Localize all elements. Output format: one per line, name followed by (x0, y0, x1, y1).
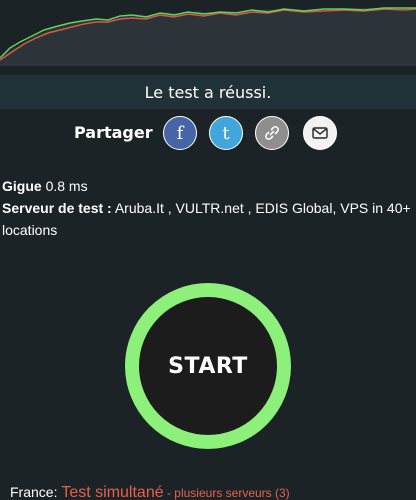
servers-label: Serveur de test : (2, 200, 112, 216)
simultaneous-test-link[interactable]: Test simultané (61, 484, 163, 500)
mail-icon (312, 127, 328, 139)
multi-server-note: - plusieurs serveurs (3) (163, 486, 290, 500)
share-label: Partager (74, 123, 153, 142)
start-button-label: START (168, 353, 248, 379)
twitter-icon: t (222, 122, 230, 144)
start-button[interactable]: START (125, 283, 291, 449)
speed-history-graph (0, 0, 416, 66)
link-icon (265, 126, 279, 140)
status-banner: Le test a réussi. (0, 75, 416, 109)
share-row: Partager f t (0, 115, 416, 153)
servers-list: Aruba.It , VULTR.net , EDIS Global, VPS … (114, 200, 411, 216)
test-servers: Serveur de test : Aruba.It , VULTR.net ,… (2, 197, 412, 241)
speedtest-result-page: Le test a réussi. Partager f t Gigue 0.8… (0, 0, 416, 500)
facebook-icon: f (176, 122, 184, 144)
share-twitter-button[interactable]: t (209, 116, 243, 150)
jitter-line: Gigue 0.8 ms (2, 175, 88, 197)
jitter-value: 0.8 ms (45, 178, 88, 194)
country-label: France: (10, 484, 58, 500)
status-message: Le test a réussi. (144, 82, 272, 102)
jitter-label: Gigue (2, 178, 42, 194)
servers-list-continued: locations (2, 222, 58, 238)
share-facebook-button[interactable]: f (163, 116, 197, 150)
share-link-button[interactable] (255, 116, 289, 150)
share-email-button[interactable] (303, 116, 337, 150)
footer-test-mode: France: Test simultané - plusieurs serve… (10, 484, 290, 500)
